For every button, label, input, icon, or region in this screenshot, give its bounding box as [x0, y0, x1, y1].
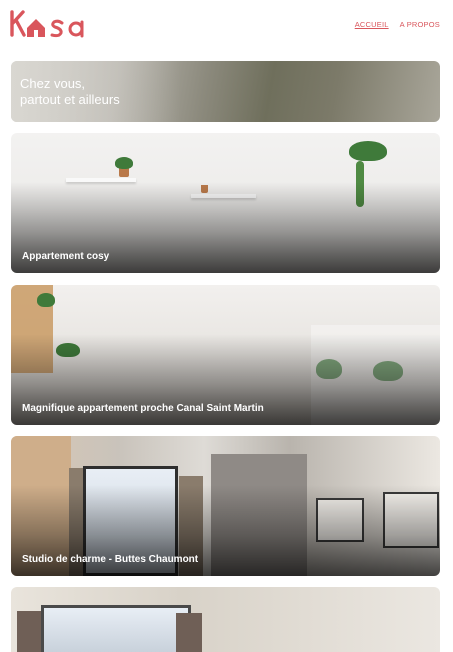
site-header: ACCUEIL A PROPOS	[0, 0, 453, 50]
window	[41, 605, 191, 652]
hero-title-line-1: Chez vous,	[20, 76, 86, 91]
hero-title-line-2: partout et ailleurs	[20, 92, 120, 107]
nav-link-accueil[interactable]: ACCUEIL	[355, 20, 389, 29]
listing-card-1[interactable]: Appartement cosy	[11, 133, 440, 273]
listing-title: Magnifique appartement proche Canal Sain…	[22, 403, 264, 414]
listing-title: Appartement cosy	[22, 251, 110, 262]
nav-link-a-propos[interactable]: A PROPOS	[400, 20, 440, 29]
main-nav: ACCUEIL A PROPOS	[355, 20, 440, 29]
hanging-plant	[349, 141, 387, 161]
listing-card-4[interactable]	[11, 587, 440, 652]
listing-card-3[interactable]: Studio de charme - Buttes Chaumont	[11, 436, 440, 576]
hero-banner: Chez vous, partout et ailleurs	[11, 61, 440, 122]
kasa-logo-icon	[10, 10, 84, 38]
curtain	[17, 611, 43, 652]
listing-title: Studio de charme - Buttes Chaumont	[22, 554, 199, 565]
curtain	[176, 613, 202, 652]
listing-card-2[interactable]: Magnifique appartement proche Canal Sain…	[11, 285, 440, 425]
kasa-logo[interactable]	[10, 6, 96, 40]
plant	[115, 157, 133, 169]
hero-title: Chez vous, partout et ailleurs	[20, 76, 120, 108]
plant	[37, 293, 55, 307]
